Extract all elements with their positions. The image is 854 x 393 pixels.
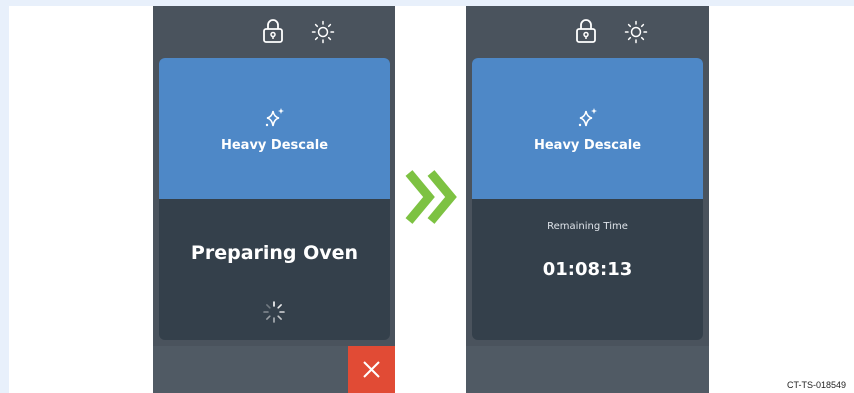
- status-title: Preparing Oven: [190, 242, 359, 264]
- program-header: Heavy Descale: [472, 58, 703, 199]
- sun-icon[interactable]: [311, 19, 335, 45]
- oven-screen-remaining: Heavy Descale Remaining Time 01:08:13: [466, 6, 709, 393]
- program-header: Heavy Descale: [159, 58, 390, 199]
- bottom-bar: [466, 346, 709, 393]
- figure-caption: CT-TS-018549: [786, 380, 846, 390]
- frame-left-border: [0, 0, 9, 393]
- sun-icon[interactable]: [624, 19, 648, 45]
- lock-icon[interactable]: [574, 18, 598, 44]
- program-card: Heavy Descale Remaining Time 01:08:13: [472, 58, 703, 340]
- frame-top-border: [0, 0, 854, 6]
- cancel-button[interactable]: [348, 346, 395, 393]
- program-title: Heavy Descale: [533, 138, 642, 153]
- program-title: Heavy Descale: [220, 138, 329, 153]
- double-chevron-right-icon: [405, 170, 457, 224]
- program-card: Heavy Descale Preparing Oven: [159, 58, 390, 340]
- sparkle-icon: [578, 108, 597, 127]
- top-bar: [466, 6, 709, 56]
- lock-icon[interactable]: [261, 18, 285, 44]
- sparkle-icon: [265, 108, 284, 127]
- top-bar: [153, 6, 395, 56]
- oven-screen-preparing: Heavy Descale Preparing Oven: [153, 6, 395, 393]
- spinner-icon: [263, 301, 285, 323]
- remaining-time-label: Remaining Time: [547, 221, 628, 232]
- remaining-time-value: 01:08:13: [542, 259, 633, 280]
- close-icon: [363, 361, 380, 378]
